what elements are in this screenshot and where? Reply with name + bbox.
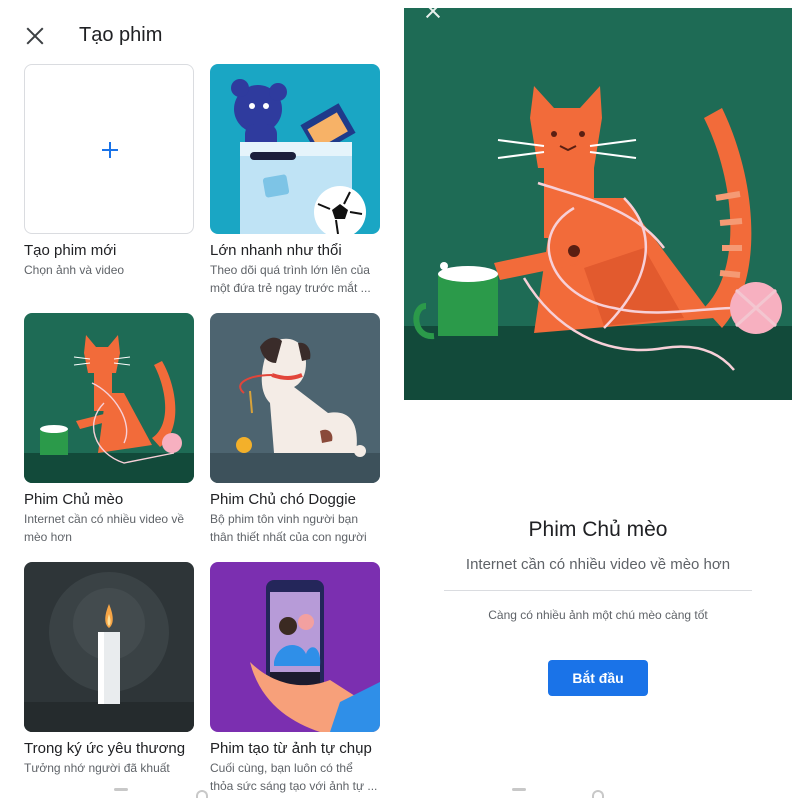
card-description-line2: thân thiết nhất của con người (210, 530, 367, 544)
dog-illustration (210, 313, 380, 483)
movie-title: Phim Chủ mèo (528, 518, 668, 541)
close-icon[interactable] (26, 27, 44, 45)
card-title: Phim tạo từ ảnh tự chụp (210, 740, 372, 757)
memorial-thumbnail[interactable] (24, 562, 194, 732)
divider (444, 590, 752, 591)
phone-selfie-illustration (210, 562, 380, 732)
candle-illustration (24, 562, 194, 732)
cat-movie-hero-image (404, 8, 792, 400)
close-icon[interactable] (426, 8, 440, 18)
plus-icon (100, 140, 120, 160)
card-title: Phim Chủ chó Doggie (210, 491, 356, 508)
cat-movie-thumbnail[interactable] (24, 313, 194, 483)
dog-movie-thumbnail[interactable] (210, 313, 380, 483)
card-description: Chọn ảnh và video (24, 263, 125, 277)
selfie-thumbnail[interactable] (210, 562, 380, 732)
nav-bar-hint (592, 790, 604, 798)
card-title: Tạo phim mới (24, 242, 117, 259)
card-description: Tưởng nhớ người đã khuất (24, 761, 170, 775)
card-description: Internet cần có nhiều video về (24, 512, 185, 526)
top-bar: Tạo phim (0, 0, 396, 64)
growing-up-thumbnail[interactable] (210, 64, 380, 234)
movie-note: Càng có nhiều ảnh một chú mèo càng tốt (488, 608, 708, 622)
toy-box-illustration (210, 64, 380, 234)
card-description-line2: một đứa trẻ ngay trước mắt ... (210, 281, 371, 295)
card-description: Bộ phim tôn vinh người bạn (210, 512, 358, 526)
cat-hero-illustration (404, 86, 792, 400)
page-title: Tạo phim (79, 24, 163, 46)
card-memorial-movie[interactable]: Trong ký ức yêu thương Tưởng nhớ người đ… (24, 562, 194, 777)
cat-movie-detail-panel: Phim Chủ mèo Internet cần có nhiều video… (404, 0, 800, 800)
new-movie-thumbnail[interactable] (24, 64, 194, 234)
start-button[interactable]: Bắt đầu (548, 660, 648, 696)
nav-bar-hint (196, 790, 208, 798)
card-description-line2: thỏa sức sáng tạo với ảnh tự ... (210, 779, 378, 793)
card-growing-up[interactable]: Lớn nhanh như thổi Theo dõi quá trình lớ… (210, 64, 380, 297)
nav-bar-hint (512, 788, 526, 791)
card-title: Trong ký ức yêu thương (24, 740, 186, 757)
card-title: Lớn nhanh như thổi (210, 242, 342, 259)
card-title: Phim Chủ mèo (24, 491, 124, 508)
card-selfie-movie[interactable]: Phim tạo từ ảnh tự chụp Cuối cùng, bạn l… (210, 562, 380, 795)
cat-illustration (24, 313, 194, 483)
card-new-movie[interactable]: Tạo phim mới Chọn ảnh và video (24, 64, 194, 279)
card-cat-movie[interactable]: Phim Chủ mèo Internet cần có nhiều video… (24, 313, 194, 546)
card-dog-movie[interactable]: Phim Chủ chó Doggie Bộ phim tôn vinh ngư… (210, 313, 380, 546)
create-movie-panel: Tạo phim Tạo phim mới Chọn ảnh và video (0, 0, 396, 800)
nav-bar-hint (114, 788, 128, 791)
movie-subtitle: Internet cần có nhiều video về mèo hơn (465, 556, 731, 573)
card-description: Cuối cùng, bạn luôn có thể (210, 761, 353, 775)
card-description-line2: mèo hơn (24, 530, 72, 544)
card-description: Theo dõi quá trình lớn lên của (210, 263, 370, 277)
